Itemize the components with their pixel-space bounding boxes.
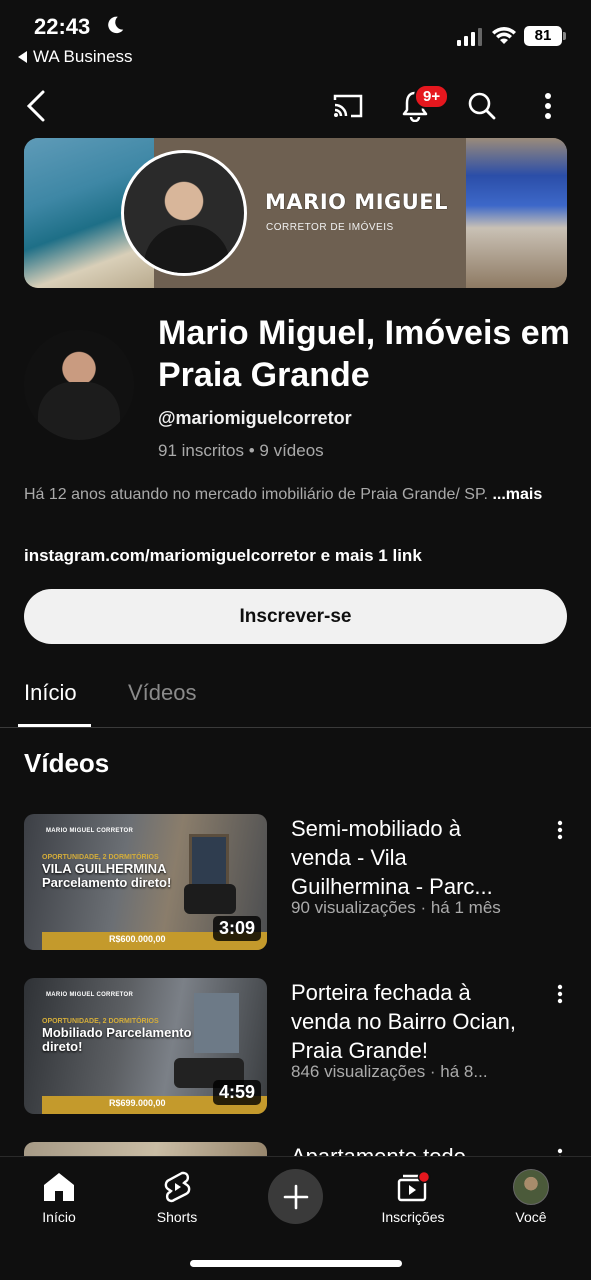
cast-button[interactable] xyxy=(326,84,370,128)
videos-section-title: Vídeos xyxy=(24,748,110,778)
stats-separator: • xyxy=(248,441,260,460)
description-text: Há 12 anos atuando no mercado imobiliári… xyxy=(24,486,488,503)
video-duration: 4:59 xyxy=(212,1080,261,1105)
active-tab-indicator xyxy=(18,724,91,727)
status-time: 22:43 xyxy=(34,14,91,39)
video-more-button[interactable] xyxy=(548,816,572,844)
thumbnail-price: R$600.000,00 xyxy=(109,934,166,944)
thumbnail-price: R$699.000,00 xyxy=(109,1098,166,1108)
chevron-left-icon xyxy=(26,90,45,122)
banner-subtitle: CORRETOR DE IMÓVEIS xyxy=(266,222,394,233)
create-button[interactable] xyxy=(268,1169,323,1224)
wifi-icon xyxy=(492,27,516,44)
video-more-button[interactable] xyxy=(548,980,572,1008)
avatar xyxy=(513,1169,549,1205)
search-button[interactable] xyxy=(460,84,504,128)
thumbnail-kicker: OPORTUNIDADE, 2 DORMITÓRIOS xyxy=(42,1018,159,1025)
video-count: 9 vídeos xyxy=(259,441,324,460)
video-meta: 846 visualizações · há 8... xyxy=(291,1062,488,1081)
channel-stats: 91 inscritos • 9 vídeos xyxy=(158,441,324,461)
thumbnail-brand: MARIO MIGUEL CORRETOR xyxy=(46,992,134,998)
back-button[interactable] xyxy=(14,84,58,128)
channel-name: Mario Miguel, Imóveis em Praia Grande xyxy=(158,314,570,394)
search-icon xyxy=(468,92,496,120)
vertical-dots-icon xyxy=(557,984,563,1004)
vertical-dots-icon xyxy=(557,820,563,840)
video-thumbnail[interactable]: MARIO MIGUEL CORRETOR OPORTUNIDADE, 2 DO… xyxy=(24,978,267,1114)
cellular-signal-icon xyxy=(457,28,482,46)
video-list-item[interactable]: MARIO MIGUEL CORRETOR OPORTUNIDADE, 2 DO… xyxy=(24,814,584,950)
top-navigation: 9+ xyxy=(0,80,591,132)
video-title[interactable]: Porteira fechada à venda no Bairro Ocian… xyxy=(291,978,523,1065)
thumbnail-headline: VILA GUILHERMINA Parcelamento direto! xyxy=(42,861,172,890)
battery-indicator: 81 xyxy=(524,26,566,46)
video-title[interactable]: Semi-mobiliado à venda - Vila Guilhermin… xyxy=(291,814,523,901)
nav-label-home: Início xyxy=(42,1209,76,1225)
home-indicator[interactable] xyxy=(190,1260,402,1267)
cast-icon xyxy=(333,94,363,118)
video-thumbnail[interactable]: MARIO MIGUEL CORRETOR OPORTUNIDADE, 2 DO… xyxy=(24,814,267,950)
plus-icon xyxy=(283,1184,308,1209)
thumbnail-headline: Mobiliado Parcelamento direto! xyxy=(42,1025,192,1054)
instagram-link[interactable]: instagram.com/mariomiguelcorretor xyxy=(24,546,316,565)
video-meta: 90 visualizações · há 1 mês xyxy=(291,898,501,917)
back-app-label: WA Business xyxy=(33,47,133,66)
video-duration: 3:09 xyxy=(212,916,261,941)
nav-home[interactable]: Início xyxy=(14,1167,104,1225)
channel-banner: MARIO MIGUEL CORRETOR DE IMÓVEIS xyxy=(24,138,567,288)
back-triangle-icon xyxy=(18,51,27,63)
nav-shorts[interactable]: Shorts xyxy=(132,1167,222,1225)
subscriptions-icon xyxy=(397,1170,431,1202)
nav-subscriptions[interactable]: Inscrições xyxy=(368,1167,458,1225)
subscriber-count: 91 inscritos xyxy=(158,441,244,460)
home-icon xyxy=(44,1173,74,1201)
shorts-icon xyxy=(164,1171,191,1203)
channel-avatar[interactable] xyxy=(24,330,134,440)
channel-links[interactable]: instagram.com/mariomiguelcorretor e mais… xyxy=(24,546,422,566)
description-more-link[interactable]: ...mais xyxy=(492,486,542,503)
nav-label-you: Você xyxy=(515,1209,547,1225)
nav-you[interactable]: Você xyxy=(486,1167,576,1225)
vertical-dots-icon xyxy=(545,93,551,119)
channel-handle: @mariomiguelcorretor xyxy=(158,408,352,428)
tab-videos[interactable]: Vídeos xyxy=(128,680,197,706)
more-options-button[interactable] xyxy=(526,84,570,128)
banner-title: MARIO MIGUEL xyxy=(265,190,449,214)
status-bar: 22:43 WA Business 81 xyxy=(0,0,591,72)
thumbnail-brand: MARIO MIGUEL CORRETOR xyxy=(46,828,134,834)
video-list-item[interactable]: MARIO MIGUEL CORRETOR OPORTUNIDADE, 2 DO… xyxy=(24,978,584,1114)
banner-portrait xyxy=(121,150,247,276)
channel-description[interactable]: Há 12 anos atuando no mercado imobiliári… xyxy=(24,484,564,506)
more-links-label[interactable]: e mais 1 link xyxy=(321,546,422,565)
tab-inicio[interactable]: Início xyxy=(24,680,77,706)
notification-badge: 9+ xyxy=(414,84,450,109)
banner-building-image xyxy=(466,138,567,288)
moon-icon xyxy=(108,16,124,34)
back-to-app-link[interactable]: WA Business xyxy=(18,47,133,67)
subscribe-button[interactable]: Inscrever-se xyxy=(24,589,567,644)
channel-tabs: Início Vídeos xyxy=(0,668,591,728)
nav-label-subscriptions: Inscrições xyxy=(381,1209,445,1225)
thumbnail-kicker: OPORTUNIDADE, 2 DORMITÓRIOS xyxy=(42,854,159,861)
nav-label-shorts: Shorts xyxy=(156,1209,198,1225)
